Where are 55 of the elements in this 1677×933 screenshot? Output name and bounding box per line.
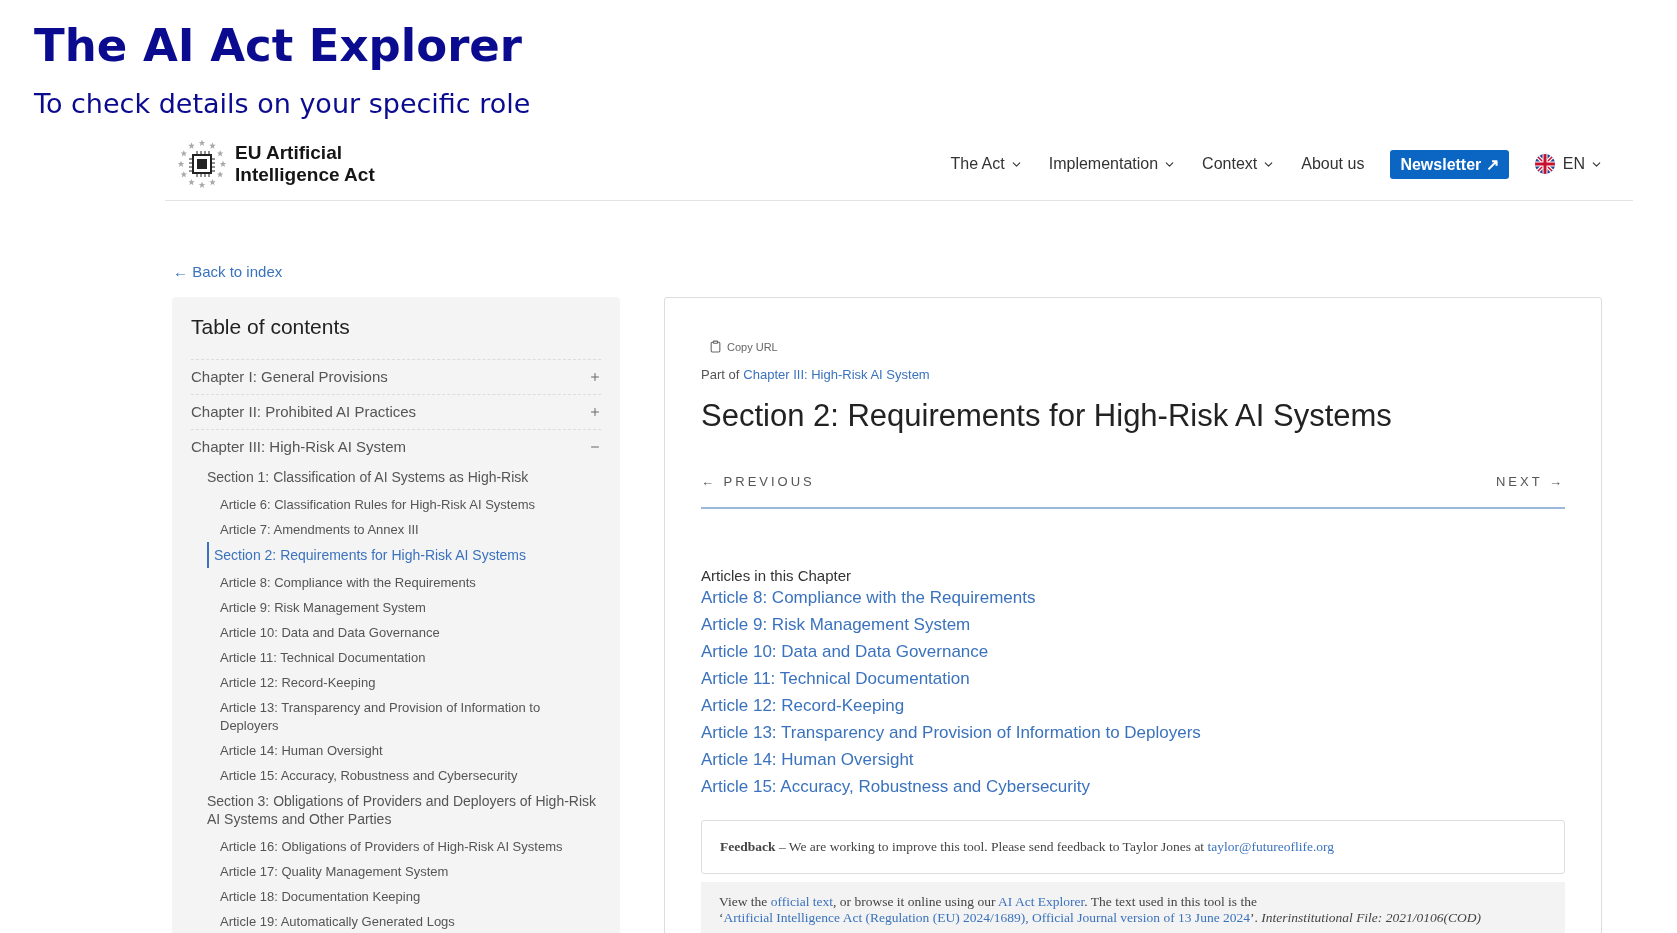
article-link[interactable]: Article 13: Transparency and Provision of Information to Deployers <box>701 719 1201 746</box>
toc-section[interactable]: Section 3: Obligations of Providers and Deployers of High-Risk AI Systems and Other Parties <box>191 788 601 832</box>
slide-subtitle: To check details on your specific role <box>34 87 531 121</box>
nav-link[interactable]: About us <box>1301 155 1365 173</box>
toc-chapter[interactable]: Chapter III: High-Risk AI System <box>191 438 407 455</box>
toc-article[interactable]: Article 18: Documentation Keeping <box>191 884 601 909</box>
nav-menu[interactable]: Context <box>1202 155 1276 173</box>
feedback-text: Feedback – We are working to improve this tool. Please send feedback to Taylor Jones at taylor@futureoflife.org <box>720 839 1335 854</box>
toc-chapter[interactable]: Chapter II: Prohibited AI Practices <box>191 403 417 420</box>
previous-link[interactable]: ← PREVIOUS <box>701 474 815 489</box>
toc-title: Table of contents <box>191 315 351 339</box>
article-link[interactable]: Article 8: Compliance with the Requirements <box>701 584 1036 611</box>
nav-menu[interactable]: The Act <box>950 155 1023 173</box>
slide-title: The AI Act Explorer <box>34 18 523 74</box>
toc-article[interactable]: Article 7: Amendments to Annex III <box>191 517 601 542</box>
toc-chapter[interactable]: Chapter I: General Provisions <box>191 368 388 385</box>
logo-icon <box>177 139 227 189</box>
articles-label: Articles in this Chapter <box>701 567 853 584</box>
article-link[interactable]: Article 10: Data and Data Governance <box>701 638 989 665</box>
newsletter-button[interactable]: Newsletter ↗ <box>1390 149 1509 179</box>
toc-article[interactable]: Article 10: Data and Data Governance <box>191 620 601 645</box>
language-menu[interactable]: EN <box>1562 155 1603 173</box>
toc-article[interactable]: Article 16: Obligations of Providers of High-Risk AI Systems <box>191 834 601 859</box>
toc-article[interactable]: Article 14: Human Oversight <box>191 738 601 763</box>
text-link[interactable]: Artificial Intelligence Act (Regulation (EU) 2024/1689), Official Journal version of 13 June 2024 <box>723 910 1250 925</box>
toc-article[interactable]: Article 6: Classification Rules for High-Risk AI Systems <box>191 492 601 517</box>
section-heading: Section 2: Requirements for High-Risk AI Systems <box>701 398 1393 434</box>
expand-icon[interactable] <box>589 405 601 418</box>
clipboard-icon <box>709 340 722 353</box>
toc-article[interactable]: Article 11: Technical Documentation <box>191 645 601 670</box>
toc-article[interactable]: Article 12: Record-Keeping <box>191 670 601 695</box>
toc-article[interactable]: Article 15: Accuracy, Robustness and Cybersecurity <box>191 763 601 788</box>
expand-icon[interactable] <box>589 370 601 383</box>
toc-section[interactable]: Section 1: Classification of AI Systems as High-Risk <box>191 464 601 490</box>
notice-text: View the official text, or browse it online using our AI Act Explorer. The text used in this tool is the ‘Artificial Intelligence Act (Regulation (EU) 2024/1689), Official Journal version of 13 June 2024’. Interinstitutional File: 2021/0106(COD) <box>719 894 1481 925</box>
toc-article[interactable]: Article 8: Compliance with the Requirements <box>191 570 601 595</box>
article-link[interactable]: Article 11: Technical Documentation <box>701 665 970 692</box>
site-logo-text[interactable]: EU Artificial Intelligence Act <box>235 142 395 186</box>
toc-article[interactable]: Article 19: Automatically Generated Logs <box>191 909 601 933</box>
article-link[interactable]: Article 14: Human Oversight <box>701 746 914 773</box>
part-of-label: Part of <box>701 367 740 382</box>
chapter-link[interactable]: Chapter III: High-Risk AI System <box>743 367 930 382</box>
toc-section[interactable]: Section 2: Requirements for High-Risk AI Systems <box>207 542 601 568</box>
toc-article[interactable]: Article 13: Transparency and Provision of Information to Deployers <box>191 695 601 738</box>
copy-url-link[interactable]: Copy URL <box>709 340 1565 353</box>
article-link[interactable]: Article 9: Risk Management System <box>701 611 971 638</box>
article-link[interactable]: Article 12: Record-Keeping <box>701 692 905 719</box>
next-link[interactable]: NEXT → <box>1495 474 1565 489</box>
article-link[interactable]: Article 15: Accuracy, Robustness and Cybersecurity <box>701 773 1090 800</box>
flag-icon <box>1534 154 1555 174</box>
nav-menu[interactable]: Implementation <box>1048 155 1177 173</box>
toc-article[interactable]: Article 9: Risk Management System <box>191 595 601 620</box>
toc-article[interactable]: Article 17: Quality Management System <box>191 859 601 884</box>
back-link[interactable]: ← Back to index <box>173 263 283 280</box>
text-link[interactable]: taylor@futureoflife.org <box>1207 839 1335 854</box>
